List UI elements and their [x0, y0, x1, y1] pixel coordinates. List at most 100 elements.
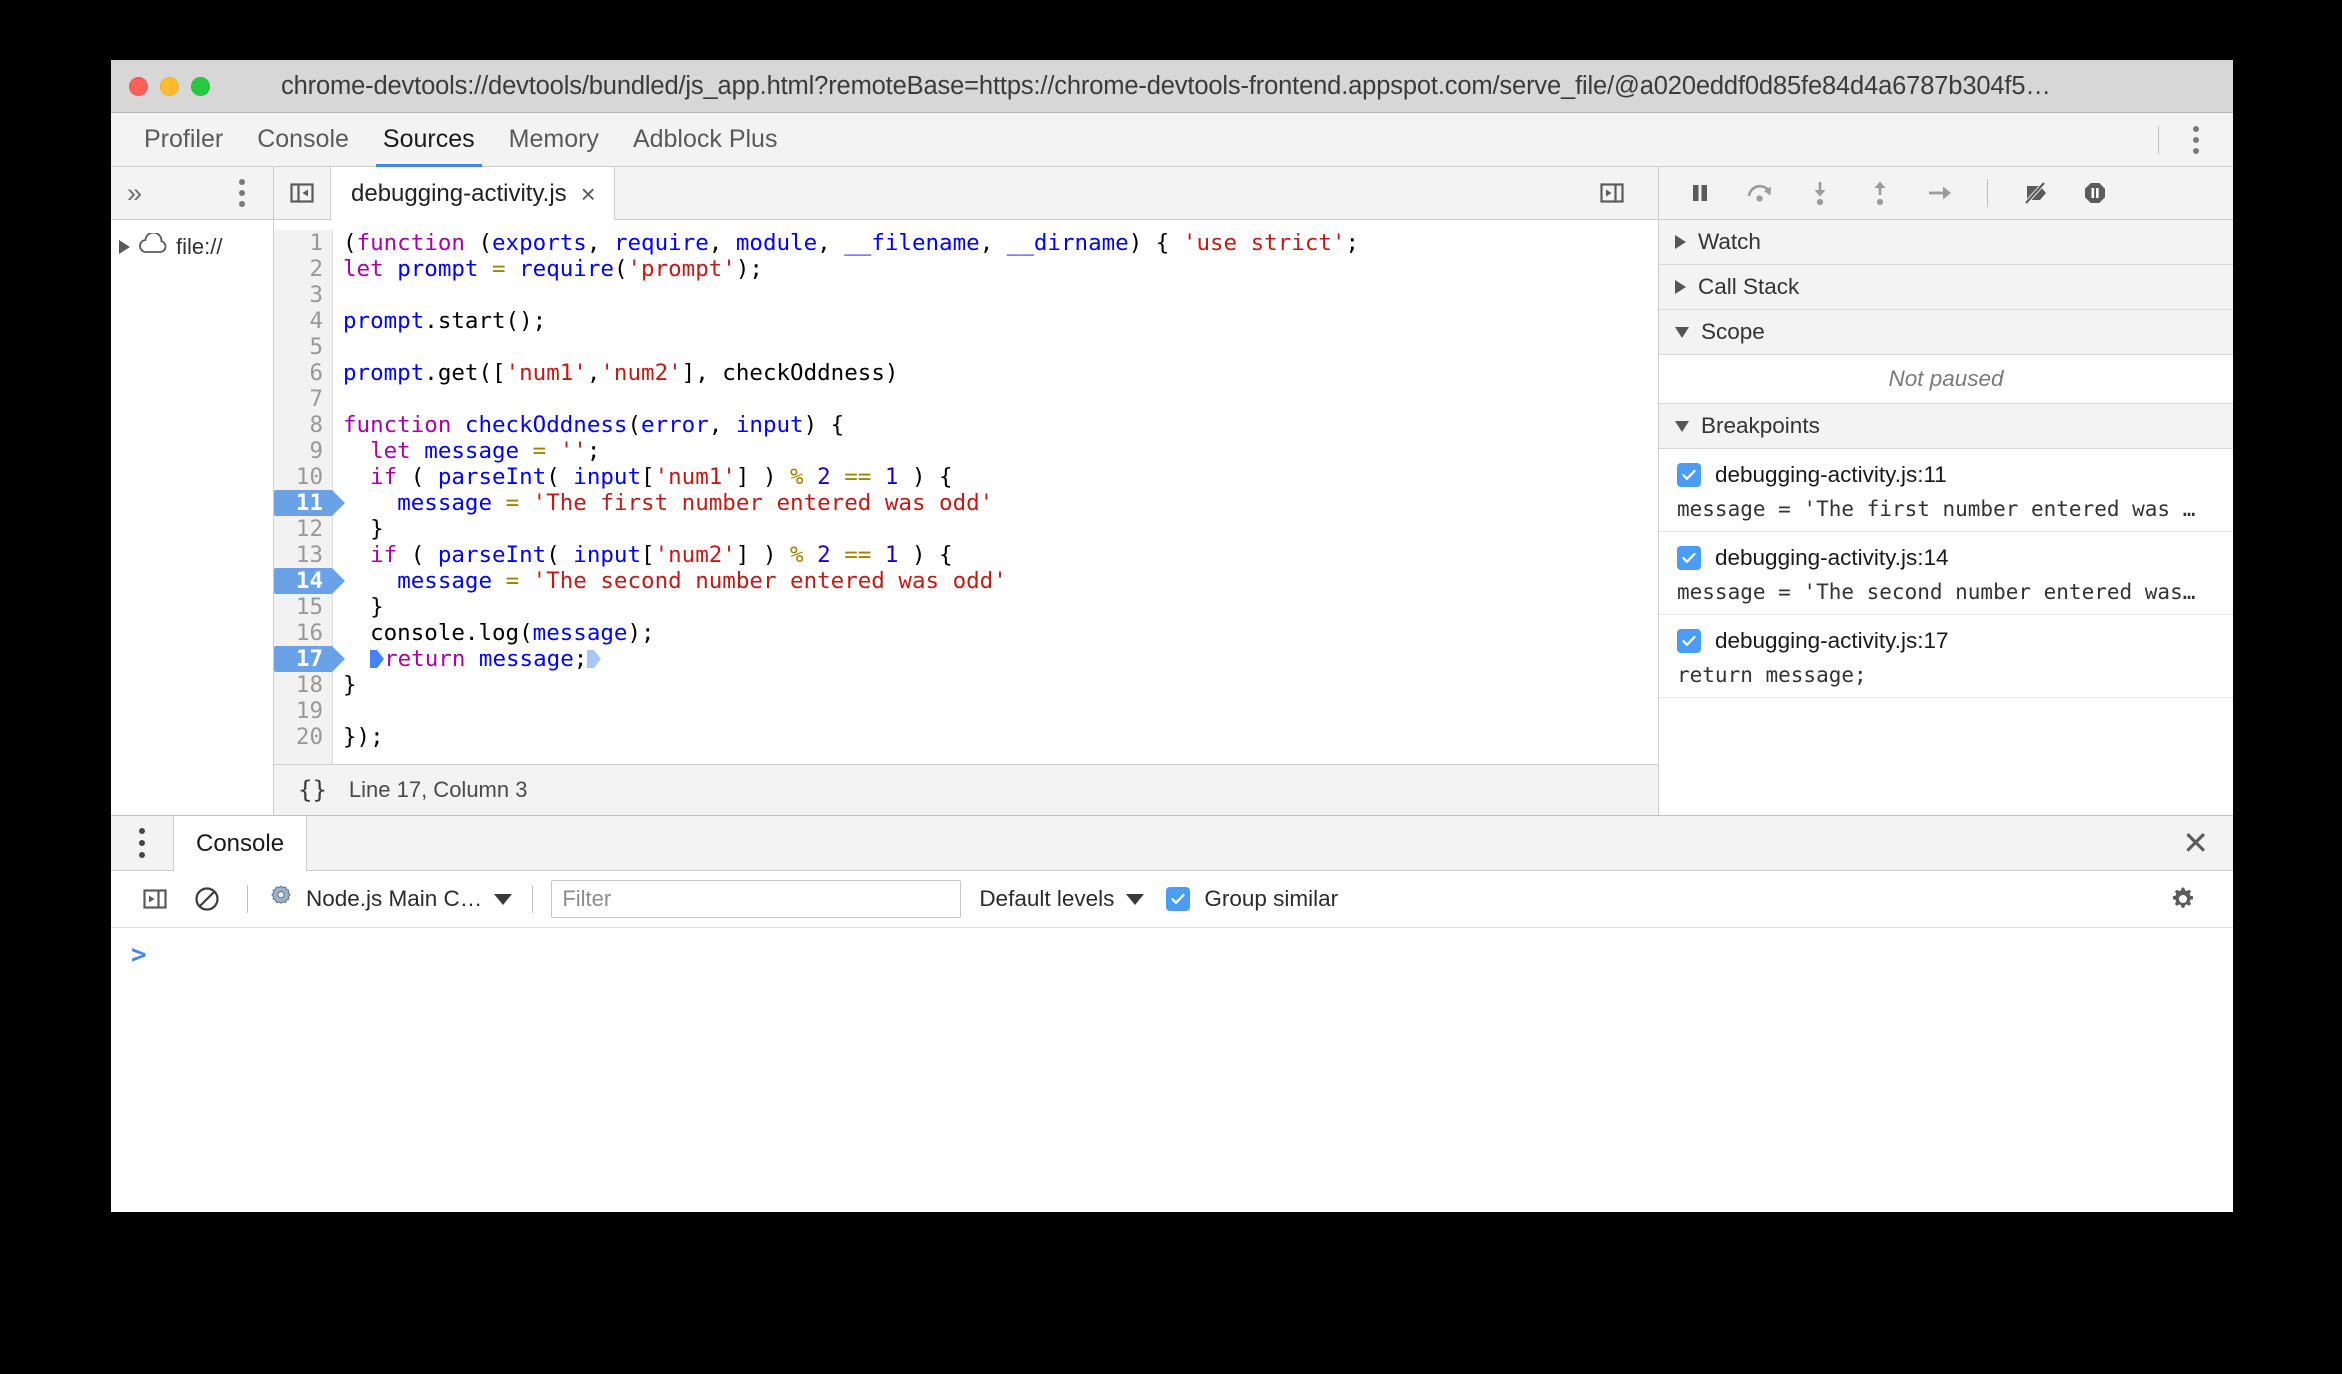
line-number[interactable]: 9	[274, 438, 332, 464]
line-number[interactable]: 15	[274, 594, 332, 620]
code-content[interactable]: (function (exports, require, module, __f…	[333, 230, 1658, 764]
main-menu-kebab-icon[interactable]	[2179, 125, 2213, 154]
section-scope[interactable]: Scope	[1659, 310, 2233, 355]
more-tabs-chevron-icon[interactable]: »	[127, 179, 142, 207]
drawer-tab-console[interactable]: Console	[173, 816, 308, 871]
chevron-down-icon	[494, 893, 513, 905]
clear-console-icon[interactable]	[181, 876, 233, 922]
code-line[interactable]: }	[343, 594, 1658, 620]
drawer-menu-kebab-icon[interactable]	[111, 816, 173, 870]
code-line[interactable]	[343, 282, 1658, 308]
pause-on-exceptions-icon[interactable]	[2068, 170, 2122, 216]
line-number[interactable]: 16	[274, 620, 332, 646]
inline-breakpoint-marker[interactable]	[370, 649, 385, 669]
line-number-breakpoint[interactable]: 11	[274, 490, 345, 516]
code-line[interactable]	[343, 334, 1658, 360]
line-number-gutter[interactable]: 1 2 3 4 5 6 7 8 9 10 11 12 13 14 15 16 17 18 19 20	[274, 230, 345, 764]
console-output[interactable]: >	[111, 928, 2233, 1212]
line-number[interactable]: 10	[274, 464, 332, 490]
line-number[interactable]: 8	[274, 412, 332, 438]
line-number[interactable]: 2	[274, 256, 332, 282]
tab-adblock-plus[interactable]: Adblock Plus	[616, 113, 795, 166]
breakpoint-item[interactable]: debugging-activity.js:14 message = 'The s…	[1659, 532, 2233, 615]
pause-script-icon[interactable]	[1673, 170, 1727, 216]
code-line[interactable]: function checkOddness(error, input) {	[343, 412, 1658, 438]
pretty-print-icon[interactable]: {}	[298, 776, 327, 804]
section-call-stack[interactable]: Call Stack	[1659, 265, 2233, 310]
tab-memory[interactable]: Memory	[492, 113, 616, 166]
close-icon[interactable]: ×	[581, 181, 596, 207]
tab-profiler[interactable]: Profiler	[127, 113, 240, 166]
inline-breakpoint-marker-secondary[interactable]	[587, 649, 602, 669]
code-line[interactable]: prompt.get(['num1','num2'], checkOddness…	[343, 360, 1658, 386]
breakpoint-checkbox[interactable]	[1677, 629, 1701, 653]
console-levels-dropdown[interactable]: Default levels	[979, 886, 1145, 912]
navigator-menu-kebab-icon[interactable]	[225, 179, 259, 207]
code-line[interactable]: }	[343, 672, 1658, 698]
line-number[interactable]: 12	[274, 516, 332, 542]
code-line[interactable]: prompt.start();	[343, 308, 1658, 334]
breakpoint-item[interactable]: debugging-activity.js:11 message = 'The f…	[1659, 449, 2233, 532]
line-number[interactable]: 20	[274, 724, 332, 750]
line-number[interactable]: 19	[274, 698, 332, 724]
deactivate-breakpoints-icon[interactable]	[2008, 170, 2062, 216]
editor-tab-debugging-activity[interactable]: debugging-activity.js ×	[330, 167, 615, 220]
step-icon[interactable]	[1913, 170, 1967, 216]
line-number[interactable]: 13	[274, 542, 332, 568]
code-line[interactable]: message = 'The first number entered was …	[343, 490, 1658, 516]
line-number[interactable]: 4	[274, 308, 332, 334]
code-token: ) {	[898, 464, 953, 490]
code-token: return	[384, 646, 466, 672]
line-number[interactable]: 6	[274, 360, 332, 386]
console-prompt-row[interactable]: >	[111, 942, 2233, 976]
minimize-window-button[interactable]	[160, 76, 179, 96]
line-number-breakpoint[interactable]: 17	[274, 646, 345, 672]
gear-icon[interactable]	[2157, 876, 2209, 922]
code-line[interactable]	[343, 386, 1658, 412]
close-window-button[interactable]	[129, 76, 148, 96]
nodejs-gear-icon	[268, 883, 294, 915]
tree-item-file-protocol[interactable]: file://	[111, 230, 273, 264]
code-line[interactable]: console.log(message);	[343, 620, 1658, 646]
line-number-breakpoint[interactable]: 14	[274, 568, 345, 594]
step-into-icon[interactable]	[1793, 170, 1847, 216]
step-over-icon[interactable]	[1733, 170, 1787, 216]
close-drawer-icon[interactable]: ✕	[2182, 827, 2209, 859]
code-line[interactable]: (function (exports, require, module, __f…	[343, 230, 1658, 256]
code-line[interactable]: if ( parseInt( input['num2'] ) % 2 == 1 …	[343, 542, 1658, 568]
section-watch[interactable]: Watch	[1659, 220, 2233, 265]
tab-console[interactable]: Console	[240, 113, 366, 166]
show-debugger-toggle-icon[interactable]	[1584, 180, 1640, 206]
breakpoint-checkbox[interactable]	[1677, 546, 1701, 570]
code-line[interactable]: let message = '';	[343, 438, 1658, 464]
section-breakpoints[interactable]: Breakpoints	[1659, 404, 2233, 449]
console-filter-input[interactable]	[551, 880, 962, 918]
code-line[interactable]: let prompt = require('prompt');	[343, 256, 1658, 282]
code-line[interactable]: message = 'The second number entered was…	[343, 568, 1658, 594]
zoom-window-button[interactable]	[191, 76, 210, 96]
step-out-icon[interactable]	[1853, 170, 1907, 216]
code-editor[interactable]: 1 2 3 4 5 6 7 8 9 10 11 12 13 14 15 16 17 18 19 20 (functio…	[274, 220, 1658, 764]
code-line[interactable]	[343, 698, 1658, 724]
code-line[interactable]: return message;	[343, 646, 1658, 672]
line-number[interactable]: 3	[274, 282, 332, 308]
line-number[interactable]: 5	[274, 334, 332, 360]
code-line[interactable]: });	[343, 724, 1658, 750]
breakpoint-checkbox[interactable]	[1677, 463, 1701, 487]
line-number[interactable]: 18	[274, 672, 332, 698]
show-navigator-toggle-icon[interactable]	[274, 167, 330, 219]
line-number[interactable]: 7	[274, 386, 332, 412]
group-similar-checkbox[interactable]: Group similar	[1166, 886, 1338, 912]
tab-sources[interactable]: Sources	[366, 113, 492, 167]
line-number[interactable]: 1	[274, 230, 332, 256]
code-line[interactable]: if ( parseInt( input['num1'] ) % 2 == 1 …	[343, 464, 1658, 490]
chevron-right-icon[interactable]	[119, 240, 130, 254]
console-context-selector[interactable]: Node.js Main C…	[262, 883, 518, 915]
code-line[interactable]: }	[343, 516, 1658, 542]
breakpoint-item[interactable]: debugging-activity.js:17 return message;	[1659, 615, 2233, 698]
console-sidebar-icon[interactable]	[129, 876, 181, 922]
